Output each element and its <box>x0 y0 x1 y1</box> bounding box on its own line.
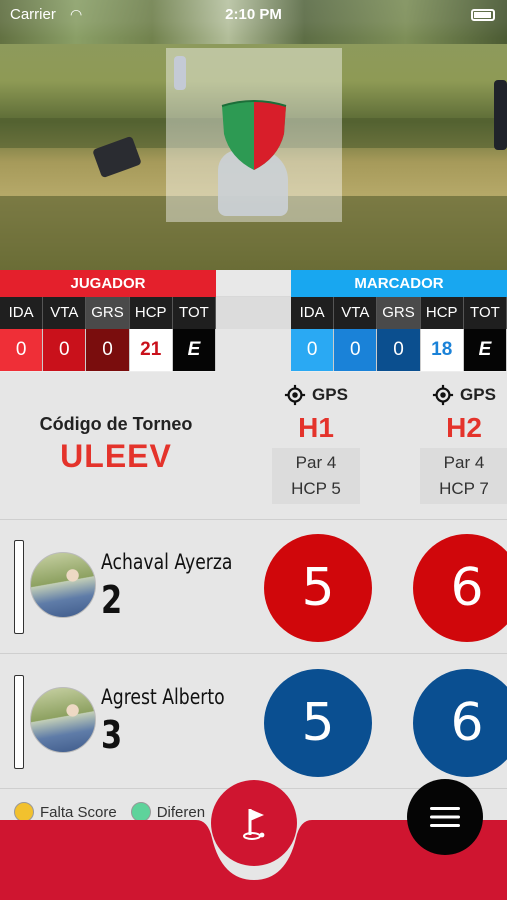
avatar <box>30 687 96 753</box>
golf-flag-button[interactable] <box>211 780 297 866</box>
jugador-col-grs: GRS <box>86 297 130 329</box>
hole-card-h2[interactable]: GPS H2 Par 4 HCP 7 <box>414 382 507 504</box>
hole-par-h1: Par 4 <box>295 453 337 472</box>
marcador-col-tot: TOT <box>463 297 507 329</box>
legend: Falta Score Diferen <box>14 802 205 822</box>
status-time: 2:10 PM <box>225 6 282 23</box>
hole-card-h1[interactable]: GPS H1 Par 4 HCP 5 <box>266 382 366 504</box>
tournament-code: ULEEV <box>60 438 172 474</box>
hamburger-menu-icon <box>430 807 460 827</box>
gps-target-icon <box>432 384 454 406</box>
jugador-val-tot: E <box>172 329 217 371</box>
jugador-val-hcp: 21 <box>129 329 173 371</box>
player-status-bar <box>14 540 24 634</box>
jugador-col-vta: VTA <box>43 297 87 329</box>
player-row: Agrest Alberto 3 5 6 <box>0 655 507 789</box>
legend-label: Falta Score <box>40 803 117 821</box>
marcador-title: MARCADOR <box>291 270 507 297</box>
hole-number-h2: H2 <box>446 412 482 443</box>
status-bar: Carrier ◠ 2:10 PM <box>0 0 507 30</box>
scoreboard-spacer <box>216 270 291 372</box>
score-button-h2[interactable]: 6 <box>413 669 507 777</box>
jugador-col-tot: TOT <box>172 297 217 329</box>
yellow-dot-icon <box>14 802 34 822</box>
legend-label: Diferen <box>156 803 206 821</box>
scoreboard: JUGADOR IDA VTA GRS HCP TOT 0 0 0 21 E M… <box>0 270 507 372</box>
marcador-col-vta: VTA <box>334 297 378 329</box>
menu-button[interactable] <box>407 779 483 855</box>
hole-number-h1: H1 <box>298 412 334 443</box>
player-handicap: 3 <box>101 713 123 757</box>
gps-target-icon <box>284 384 306 406</box>
club-shield-logo <box>221 100 287 170</box>
player-row: Achaval Ayerza 2 5 6 <box>0 520 507 654</box>
marcador-group: MARCADOR IDA VTA GRS HCP TOT 0 0 0 18 E <box>291 270 507 372</box>
jugador-val-vta: 0 <box>43 329 87 371</box>
app-screen: Carrier ◠ 2:10 PM JUGADOR IDA VTA GRS HC… <box>0 0 507 900</box>
hero-course-photo <box>0 0 507 270</box>
score-button-h2[interactable]: 6 <box>413 534 507 642</box>
jugador-col-ida: IDA <box>0 297 44 329</box>
tournament-code-label: Código de Torneo <box>39 414 193 434</box>
hole-hcp-h1: HCP 5 <box>291 479 341 498</box>
score-button-h1[interactable]: 5 <box>264 534 372 642</box>
jugador-title: JUGADOR <box>0 270 216 297</box>
marcador-val-vta: 0 <box>334 329 378 371</box>
hole-info-h2: Par 4 HCP 7 <box>420 448 507 504</box>
avatar <box>30 552 96 618</box>
marcador-val-hcp: 18 <box>420 329 464 371</box>
jugador-group: JUGADOR IDA VTA GRS HCP TOT 0 0 0 21 E <box>0 270 217 372</box>
player-status-bar <box>14 675 24 769</box>
marcador-val-grs: 0 <box>377 329 421 371</box>
marcador-col-hcp: HCP <box>420 297 464 329</box>
jugador-col-hcp: HCP <box>129 297 173 329</box>
golf-flag-icon <box>243 809 265 840</box>
gps-label-h2: GPS <box>460 385 496 404</box>
gps-button-h2[interactable]: GPS <box>414 382 507 408</box>
jugador-val-grs: 0 <box>86 329 130 371</box>
hole-hcp-h2: HCP 7 <box>439 479 489 498</box>
battery-icon <box>471 9 495 21</box>
hole-par-h2: Par 4 <box>443 453 485 472</box>
gps-label-h1: GPS <box>312 385 348 404</box>
player-name: Achaval Ayerza <box>101 550 233 574</box>
tournament-section: Código de Torneo ULEEV GPS H1 Par 4 HCP … <box>0 372 507 520</box>
hole-info-h1: Par 4 HCP 5 <box>272 448 360 504</box>
marcador-val-ida: 0 <box>291 329 335 371</box>
jugador-val-ida: 0 <box>0 329 44 371</box>
legend-item-missing-score: Falta Score <box>14 802 117 822</box>
score-button-h1[interactable]: 5 <box>264 669 372 777</box>
gps-button-h1[interactable]: GPS <box>266 382 366 408</box>
marcador-col-ida: IDA <box>291 297 335 329</box>
green-dot-icon <box>130 802 151 822</box>
marcador-col-grs: GRS <box>377 297 421 329</box>
marcador-val-tot: E <box>463 329 507 371</box>
player-handicap: 2 <box>101 578 123 622</box>
legend-item-difference: Diferen <box>130 802 206 822</box>
player-name: Agrest Alberto <box>101 685 225 709</box>
